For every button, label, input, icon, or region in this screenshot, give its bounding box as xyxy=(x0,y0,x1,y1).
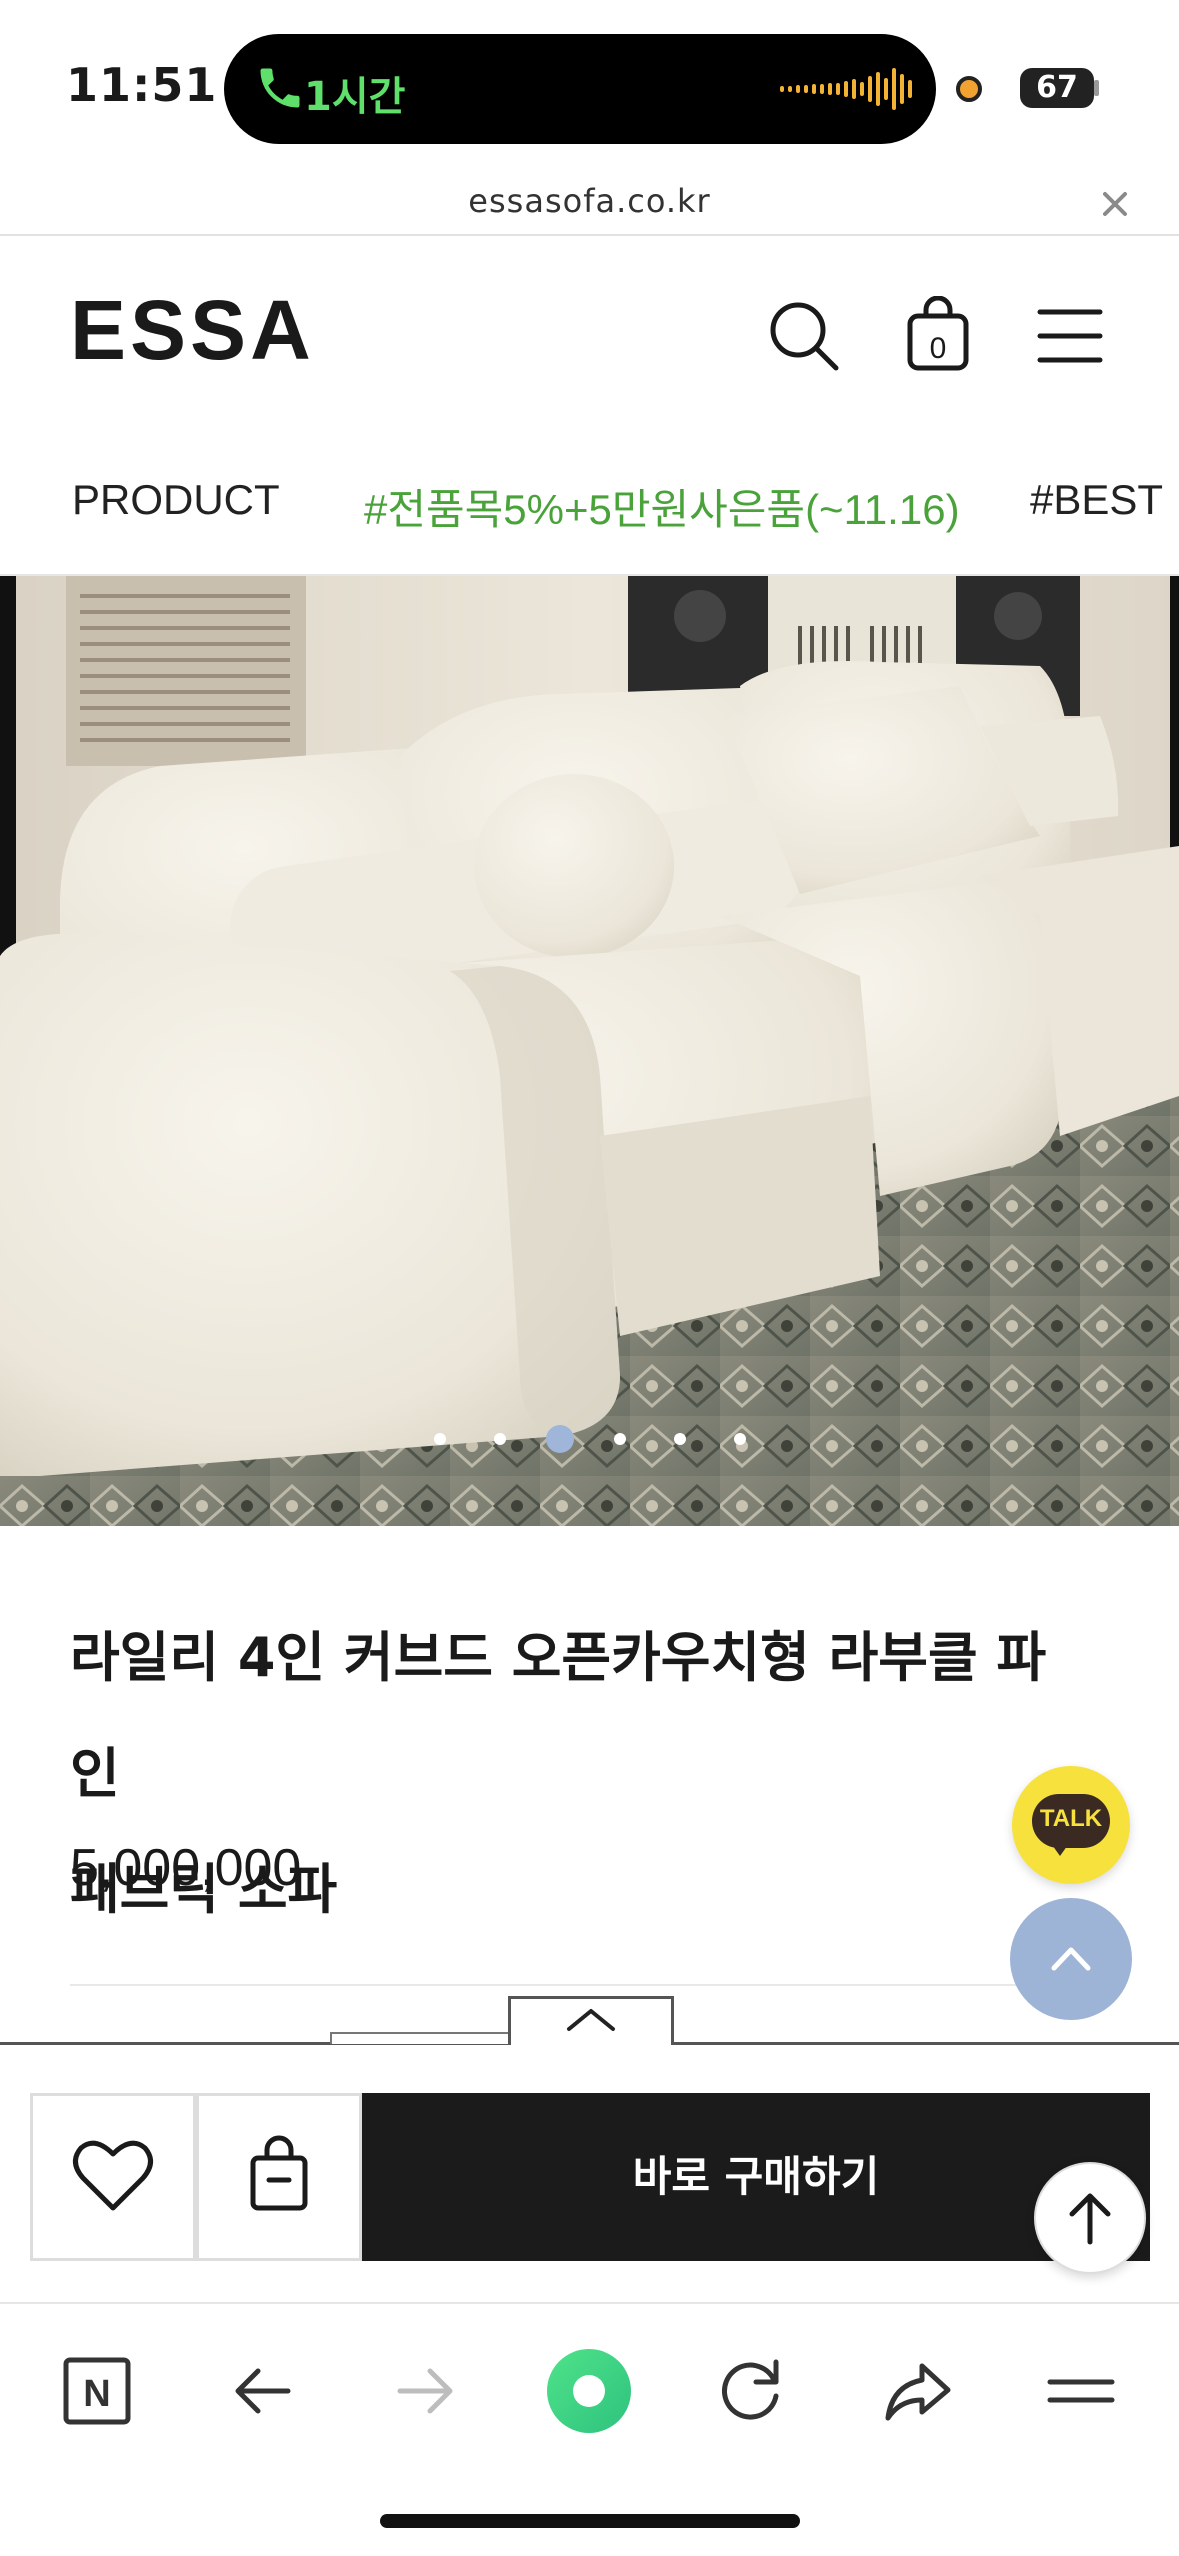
arrow-up-icon xyxy=(1069,2193,1111,2245)
url-bar[interactable]: essasofa.co.kr xyxy=(0,170,1179,236)
url-text[interactable]: essasofa.co.kr xyxy=(0,182,1179,220)
privacy-indicator-icon xyxy=(956,76,982,102)
status-time: 11:51 xyxy=(66,58,218,112)
sofa-product-image xyxy=(0,576,1179,1526)
shopping-bag-icon xyxy=(250,2135,308,2211)
product-title-line1: 라일리 4인 커브드 오픈카우치형 라부클 파인 xyxy=(70,1626,1047,1805)
gallery-pagination xyxy=(0,1424,1179,1454)
kakao-talk-button[interactable]: TALK xyxy=(1012,1766,1130,1884)
category-product[interactable]: PRODUCT xyxy=(72,476,280,524)
product-price: 5,000,000 xyxy=(70,1839,302,1897)
phone-icon xyxy=(260,68,300,108)
scroll-up-button[interactable] xyxy=(1034,2162,1146,2274)
site-header: ESSA 0 xyxy=(0,236,1179,436)
heart-icon xyxy=(73,2140,153,2211)
naver-home-icon[interactable]: N xyxy=(52,2346,142,2436)
home-indicator[interactable] xyxy=(380,2514,800,2528)
site-logo[interactable]: ESSA xyxy=(70,282,315,379)
search-icon[interactable] xyxy=(764,296,844,376)
divider xyxy=(70,1984,1110,1986)
gallery-dot[interactable] xyxy=(614,1433,626,1445)
buy-now-button[interactable]: 바로 구매하기 xyxy=(362,2093,1150,2261)
category-promo[interactable]: #전품목5%+5만원사은품(~11.16) xyxy=(364,476,960,537)
cart-count: 0 xyxy=(930,332,947,365)
chevron-up-icon xyxy=(567,2009,615,2031)
category-strip[interactable]: PRODUCT #전품목5%+5만원사은품(~11.16) #BEST xyxy=(0,436,1179,576)
green-dot-icon[interactable] xyxy=(544,2346,634,2436)
add-to-cart-button[interactable] xyxy=(196,2093,362,2261)
gallery-dot[interactable] xyxy=(734,1433,746,1445)
close-icon[interactable] xyxy=(1095,184,1135,224)
gallery-dot[interactable] xyxy=(674,1433,686,1445)
back-arrow-icon[interactable] xyxy=(218,2346,308,2436)
reload-icon[interactable] xyxy=(706,2346,796,2436)
wishlist-button[interactable] xyxy=(30,2093,196,2261)
audio-wave-icon xyxy=(780,68,912,110)
battery-indicator: 67 xyxy=(1020,68,1094,108)
gallery-dot-active[interactable] xyxy=(546,1425,574,1453)
scroll-to-top-button[interactable] xyxy=(1010,1898,1132,2020)
kakao-talk-label: TALK xyxy=(1039,1805,1103,1832)
gallery-dot[interactable] xyxy=(494,1433,506,1445)
chat-bubble-tail xyxy=(1050,1842,1070,1856)
purchase-action-bar: 바로 구매하기 xyxy=(0,2045,1179,2305)
battery-cap xyxy=(1094,80,1099,96)
forward-arrow-icon[interactable] xyxy=(380,2346,470,2436)
drawer-toggle-tab[interactable] xyxy=(508,1996,674,2046)
dynamic-island[interactable]: 1시간 xyxy=(224,34,936,144)
call-duration: 1시간 xyxy=(304,74,406,120)
gallery-dot[interactable] xyxy=(434,1433,446,1445)
menu-icon[interactable] xyxy=(1030,296,1110,376)
menu-icon[interactable] xyxy=(1036,2346,1126,2436)
chevron-up-icon xyxy=(1051,1947,1091,1971)
product-image-gallery[interactable] xyxy=(0,576,1179,1526)
status-bar: 11:51 1시간 67 xyxy=(0,0,1179,170)
cart-icon[interactable]: 0 xyxy=(898,296,978,376)
category-best[interactable]: #BEST xyxy=(1030,476,1163,524)
naver-label: N xyxy=(83,2373,110,2415)
share-icon[interactable] xyxy=(872,2346,962,2436)
drawer-tab-back xyxy=(330,2032,510,2044)
